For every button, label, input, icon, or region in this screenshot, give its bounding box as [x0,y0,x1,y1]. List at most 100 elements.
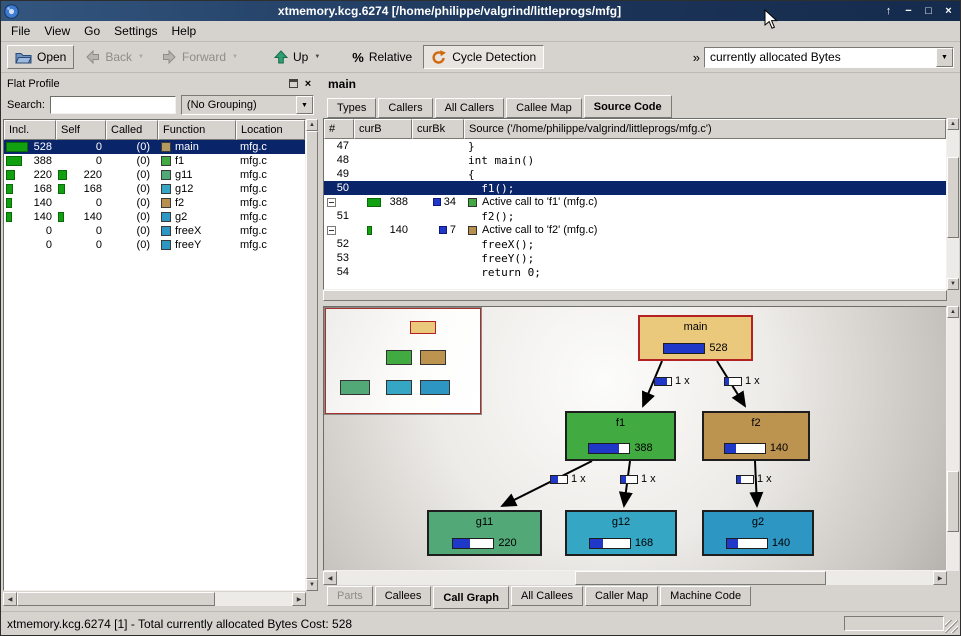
tab-all-callers[interactable]: All Callers [435,98,505,118]
graph-overview-minimap[interactable] [325,308,481,414]
tab-types[interactable]: Types [327,98,376,118]
flat-profile-header[interactable]: Flat Profile × [3,75,318,92]
menu-view[interactable]: View [37,21,77,41]
scroll-down-icon[interactable]: ▼ [947,278,959,290]
float-panel-icon[interactable] [289,79,298,88]
column-header-self[interactable]: Self [56,120,106,140]
chevron-down-icon[interactable]: ▼ [936,48,953,67]
column-header-called[interactable]: Called [106,120,158,140]
up-dropdown-icon[interactable]: ▼ [314,54,320,60]
scroll-thumb[interactable] [17,592,215,606]
scroll-track[interactable] [17,592,292,606]
source-row[interactable]: 53 freeY(); [324,251,946,265]
table-row-main[interactable]: 528 0 (0) main mfg.c [4,140,305,154]
tab-caller-map[interactable]: Caller Map [585,586,658,606]
column-header-curb[interactable]: curB [354,119,412,139]
chevron-down-icon[interactable]: ▼ [296,96,313,114]
source-row[interactable]: 49 { [324,167,946,181]
tab-callees[interactable]: Callees [375,586,432,606]
edge-label-main-f1[interactable]: 1 x [654,375,690,387]
graph-node-g11[interactable]: g11 220 [427,510,542,556]
source-row[interactable]: 48 int main() [324,153,946,167]
tab-callers[interactable]: Callers [378,98,432,118]
column-header-incl[interactable]: Incl. [4,120,56,140]
source-row[interactable]: 51 f2(); [324,209,946,223]
flat-profile-vscrollbar[interactable]: ▲ ▼ [306,119,318,591]
scroll-track[interactable] [306,131,318,579]
search-input[interactable] [50,96,176,114]
column-header-curbk[interactable]: curBk [412,119,464,139]
source-call-row[interactable]: 140 7 Active call to 'f2' (mfg.c) [324,223,946,237]
graph-node-g12[interactable]: g12 168 [565,510,677,556]
edge-label-main-f2[interactable]: 1 x [724,375,760,387]
source-row-selected[interactable]: 50 f1(); [324,181,946,195]
column-header-location[interactable]: Location [236,120,305,140]
tree-expander-icon[interactable] [327,226,336,235]
scroll-track[interactable] [947,130,959,278]
source-hscrollbar[interactable] [323,290,947,301]
open-button[interactable]: Open [7,45,74,69]
table-row-freeX[interactable]: 0 0 (0) freeX mfg.c [4,224,305,238]
event-type-select[interactable]: currently allocated Bytes ▼ [704,47,954,68]
menu-go[interactable]: Go [77,21,107,41]
close-panel-icon[interactable]: × [302,78,314,90]
relative-toggle-button[interactable]: % Relative [345,45,419,69]
scroll-track[interactable] [337,571,933,585]
scroll-right-icon[interactable]: ▶ [933,571,947,585]
scroll-left-icon[interactable]: ◀ [3,592,17,606]
cycle-detection-toggle-button[interactable]: Cycle Detection [423,45,544,69]
scroll-up-icon[interactable]: ▲ [947,306,959,318]
tab-call-graph[interactable]: Call Graph [433,586,509,609]
scroll-thumb[interactable] [306,131,318,579]
scroll-left-icon[interactable]: ◀ [323,571,337,585]
flat-profile-hscrollbar[interactable]: ◀ ▶ [3,592,306,606]
back-dropdown-icon[interactable]: ▼ [138,54,144,60]
table-row-g11[interactable]: 220 220 (0) g11 mfg.c [4,168,305,182]
toolbar-overflow-button[interactable]: » [693,50,700,65]
call-graph-canvas[interactable]: main 528 f1 388 f2 140 g11 220 g12 168 g… [323,306,947,571]
scroll-thumb[interactable] [947,157,959,238]
graph-node-f1[interactable]: f1 388 [565,411,676,461]
column-header-function[interactable]: Function [158,120,236,140]
scroll-thumb[interactable] [947,471,959,532]
scroll-down-icon[interactable]: ▼ [306,579,318,591]
source-row[interactable]: 47 } [324,139,946,153]
tab-machine-code[interactable]: Machine Code [660,586,751,606]
table-row-g12[interactable]: 168 168 (0) g12 mfg.c [4,182,305,196]
graph-node-main[interactable]: main 528 [638,315,753,361]
resize-grip[interactable] [945,620,958,633]
menu-file[interactable]: File [4,21,37,41]
menu-settings[interactable]: Settings [107,21,164,41]
maximize-icon[interactable]: □ [920,4,937,19]
minimize-icon[interactable]: − [900,4,917,19]
scroll-up-icon[interactable]: ▲ [947,118,959,130]
shade-icon[interactable]: ↑ [880,4,897,19]
graph-node-g2[interactable]: g2 140 [702,510,814,556]
scroll-track[interactable] [947,318,959,573]
close-icon[interactable]: × [940,4,957,19]
table-row-f1[interactable]: 388 0 (0) f1 mfg.c [4,154,305,168]
scroll-track[interactable] [323,290,947,301]
titlebar[interactable]: xtmemory.kcg.6274 [/home/philippe/valgri… [1,1,960,21]
column-header-line[interactable]: # [324,119,354,139]
menu-help[interactable]: Help [165,21,204,41]
source-row[interactable]: 52 freeX(); [324,237,946,251]
scroll-thumb[interactable] [323,290,947,301]
edge-label-f2-g2[interactable]: 1 x [736,473,772,485]
back-button[interactable]: Back ▼ [78,45,151,69]
source-call-row[interactable]: 388 34 Active call to 'f1' (mfg.c) [324,195,946,209]
edge-label-f1-g11[interactable]: 1 x [550,473,586,485]
scroll-right-icon[interactable]: ▶ [292,592,306,606]
grouping-select[interactable]: (No Grouping) ▼ [181,95,314,115]
tab-all-callees[interactable]: All Callees [511,586,583,606]
edge-label-f1-g12[interactable]: 1 x [620,473,656,485]
graph-vscrollbar[interactable]: ▲ ▼ [947,306,959,585]
table-row-g2[interactable]: 140 140 (0) g2 mfg.c [4,210,305,224]
tab-callee-map[interactable]: Callee Map [506,98,582,118]
scroll-up-icon[interactable]: ▲ [306,119,318,131]
table-row-freeY[interactable]: 0 0 (0) freeY mfg.c [4,238,305,252]
column-header-source[interactable]: Source ('/home/philippe/valgrind/littlep… [464,119,946,139]
graph-hscrollbar[interactable]: ◀ ▶ [323,571,947,585]
forward-dropdown-icon[interactable]: ▼ [232,54,238,60]
up-button[interactable]: Up ▼ [267,45,327,69]
